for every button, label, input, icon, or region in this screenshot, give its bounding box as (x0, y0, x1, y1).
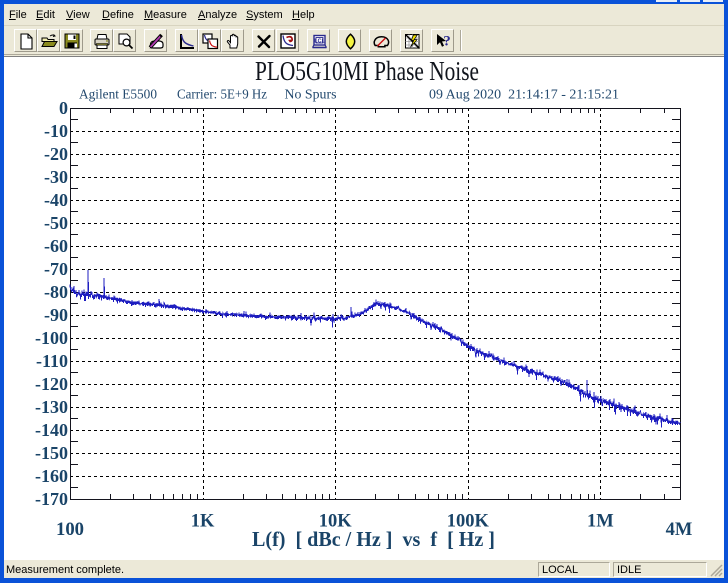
svg-text:PLO5G10MI Phase Noise: PLO5G10MI Phase Noise (255, 57, 479, 86)
svg-text:0: 0 (59, 98, 68, 118)
svg-text:-80: -80 (44, 282, 68, 302)
svg-text:L(f) [ dBc / Hz ] vs f [ H: L(f) [ dBc / Hz ] vs f [ Hz ] (252, 527, 495, 551)
svg-text:-60: -60 (44, 236, 68, 256)
svg-text:Agilent E5500: Agilent E5500 (79, 87, 157, 102)
svg-text:-100: -100 (35, 328, 68, 348)
svg-text:-90: -90 (44, 305, 68, 325)
svg-text:?: ? (443, 34, 451, 50)
svg-text:LCL: LCL (314, 38, 325, 44)
svg-text:-10: -10 (44, 121, 68, 141)
svg-text:-150: -150 (35, 443, 68, 463)
svg-text:1K: 1K (191, 512, 215, 532)
svg-text:-20: -20 (44, 144, 68, 164)
svg-text:-40: -40 (44, 190, 68, 210)
svg-text:-160: -160 (35, 466, 68, 486)
svg-text:4M: 4M (666, 520, 693, 540)
svg-text:-120: -120 (35, 374, 68, 394)
svg-text:-70: -70 (44, 259, 68, 279)
svg-text:-170: -170 (35, 489, 68, 509)
svg-text:100: 100 (56, 520, 84, 540)
svg-text:No Spurs: No Spurs (285, 87, 337, 102)
svg-text:-50: -50 (44, 213, 68, 233)
svg-text:-30: -30 (44, 167, 68, 187)
svg-text:09 Aug 2020 21:14:17 - 21:15:: 09 Aug 2020 21:14:17 - 21:15:21 (429, 87, 619, 102)
svg-text:1M: 1M (587, 512, 614, 532)
svg-text:-130: -130 (35, 397, 68, 417)
svg-text:-110: -110 (36, 351, 68, 371)
svg-text:-140: -140 (35, 420, 68, 440)
svg-text:Carrier: 5E+9 Hz: Carrier: 5E+9 Hz (177, 87, 267, 102)
